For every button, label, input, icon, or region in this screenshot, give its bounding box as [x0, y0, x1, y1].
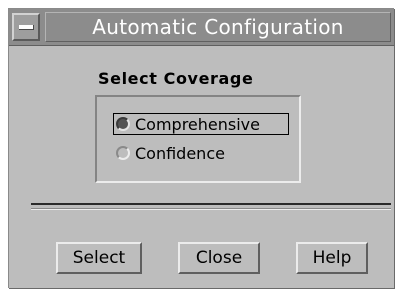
separator-highlight [31, 209, 391, 210]
window-title: Automatic Configuration [92, 15, 344, 39]
title-bar[interactable]: Automatic Configuration [9, 9, 394, 46]
separator-line [31, 203, 391, 205]
radio-label-confidence: Confidence [135, 143, 225, 163]
select-button[interactable]: Select [56, 242, 142, 274]
radio-unselected-icon[interactable] [116, 146, 130, 160]
window-menu-button[interactable] [12, 13, 40, 41]
radio-option-comprehensive[interactable]: Comprehensive [113, 113, 289, 135]
radio-label-comprehensive: Comprehensive [135, 114, 260, 134]
close-button[interactable]: Close [178, 242, 260, 274]
radio-option-confidence[interactable]: Confidence [116, 142, 225, 164]
window-menu-icon [19, 25, 34, 30]
title-area[interactable]: Automatic Configuration [45, 12, 391, 42]
help-button[interactable]: Help [296, 242, 368, 274]
coverage-radio-group: Comprehensive Confidence [95, 95, 301, 183]
radio-selected-icon[interactable] [116, 117, 130, 131]
automatic-configuration-dialog: Automatic Configuration Select Coverage … [8, 8, 394, 288]
select-coverage-heading: Select Coverage [98, 69, 254, 88]
